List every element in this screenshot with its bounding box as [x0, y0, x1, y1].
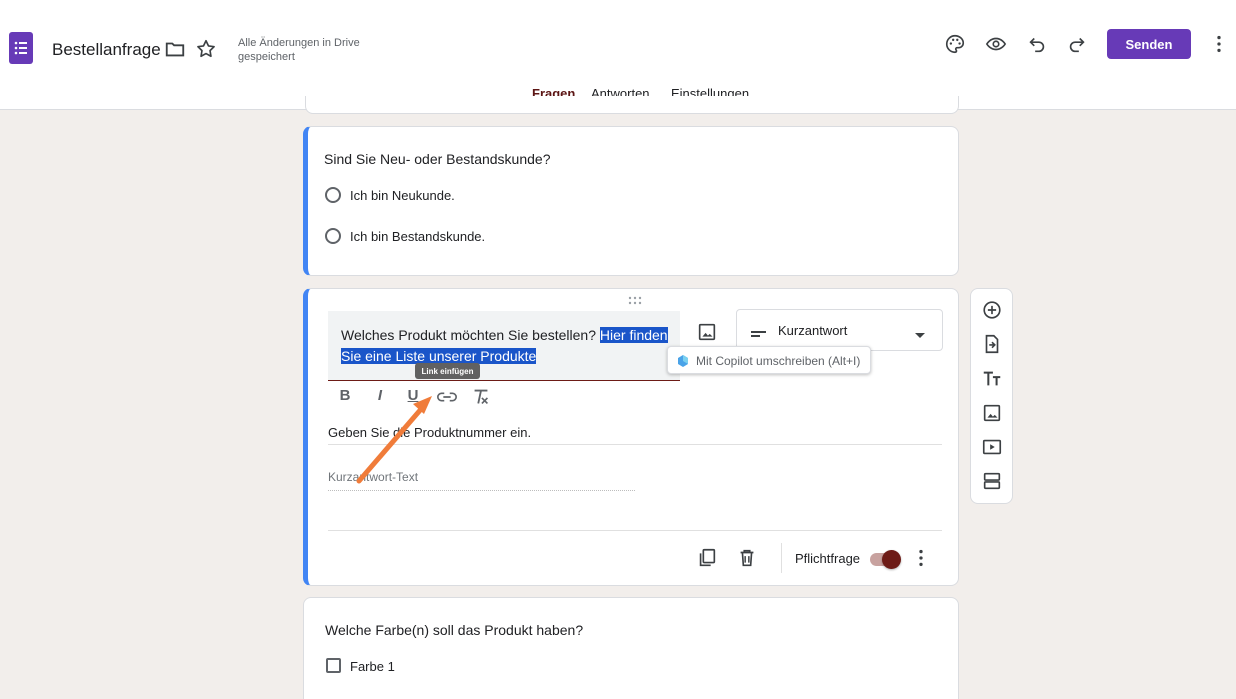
underline-button[interactable]: U — [402, 387, 424, 407]
insert-image-icon[interactable] — [696, 321, 718, 343]
radio-button[interactable] — [325, 228, 341, 244]
selected-text: Sie eine Liste unserer Produkte — [341, 348, 537, 364]
app-header: Bestellanfrage Alle Änderungen in Drive … — [0, 0, 1236, 110]
checkbox[interactable] — [326, 658, 341, 673]
folder-icon[interactable] — [164, 38, 186, 60]
format-toolbar: B I U — [328, 385, 498, 409]
copilot-rewrite-button[interactable]: Mit Copilot umschreiben (Alt+I) — [667, 346, 871, 374]
palette-icon[interactable] — [944, 33, 966, 55]
option-label: Farbe 1 — [350, 659, 395, 674]
add-video-icon[interactable] — [981, 436, 1003, 458]
question-title: Sind Sie Neu- oder Bestandskunde? — [324, 151, 551, 167]
duplicate-icon[interactable] — [696, 547, 718, 569]
redo-icon[interactable] — [1066, 33, 1088, 55]
insert-link-icon[interactable] — [436, 387, 458, 407]
copilot-text: Mit Copilot umschreiben (Alt+I) — [696, 354, 861, 368]
link-tooltip: Link einfügen — [415, 363, 480, 379]
question-type-label: Kurzantwort — [778, 323, 848, 338]
option-label: Ich bin Neukunde. — [350, 188, 455, 203]
delete-icon[interactable] — [736, 547, 758, 569]
undo-icon[interactable] — [1026, 33, 1048, 55]
preview-eye-icon[interactable] — [985, 33, 1007, 55]
required-label: Pflichtfrage — [795, 551, 861, 566]
document-title[interactable]: Bestellanfrage — [52, 40, 161, 60]
title-plain-text: Welches Produkt möchten Sie bestellen? — [341, 327, 600, 343]
clear-formatting-icon[interactable] — [470, 387, 492, 407]
question-type-select[interactable]: Kurzantwort — [736, 309, 943, 351]
add-title-icon[interactable] — [981, 368, 1003, 390]
question-title: Welche Farbe(n) soll das Produkt haben? — [325, 622, 584, 638]
more-vert-icon[interactable] — [1208, 33, 1230, 55]
short-answer-icon — [751, 326, 767, 337]
copilot-icon — [676, 354, 690, 368]
add-image-icon[interactable] — [981, 402, 1003, 424]
floating-toolbar — [970, 288, 1013, 504]
question-title-text: Welches Produkt möchten Sie bestellen? H… — [341, 325, 676, 367]
save-status: Alle Änderungen in Drive gespeichert — [238, 37, 360, 63]
short-answer-field: Kurzantwort-Text — [328, 470, 635, 491]
option-label: Ich bin Bestandskunde. — [350, 229, 486, 244]
selected-text: Hier finden — [599, 327, 668, 343]
drag-handle-icon[interactable] — [626, 292, 646, 305]
forms-logo-icon[interactable] — [9, 32, 33, 64]
question-card[interactable]: Sind Sie Neu- oder Bestandskunde? Ich bi… — [303, 126, 959, 276]
question-card[interactable]: Welche Farbe(n) soll das Produkt haben? … — [303, 597, 959, 699]
more-vert-icon[interactable] — [911, 547, 931, 569]
import-questions-icon[interactable] — [981, 333, 1003, 355]
previous-card-stub — [305, 96, 959, 114]
italic-button[interactable]: I — [369, 387, 391, 407]
bold-button[interactable]: B — [334, 387, 356, 407]
description-field[interactable]: Geben Sie die Produktnummer ein. — [328, 425, 942, 445]
send-button[interactable]: Senden — [1107, 29, 1191, 59]
star-icon[interactable] — [195, 38, 217, 60]
question-title-input[interactable]: Welches Produkt möchten Sie bestellen? H… — [328, 311, 680, 381]
add-question-icon[interactable] — [981, 299, 1003, 321]
toggle-knob[interactable] — [882, 550, 901, 569]
add-section-icon[interactable] — [981, 470, 1003, 492]
active-question-card[interactable]: Welches Produkt möchten Sie bestellen? H… — [303, 288, 959, 586]
dropdown-arrow-icon — [914, 327, 926, 338]
divider — [781, 543, 782, 573]
divider — [328, 530, 942, 531]
radio-button[interactable] — [325, 187, 341, 203]
